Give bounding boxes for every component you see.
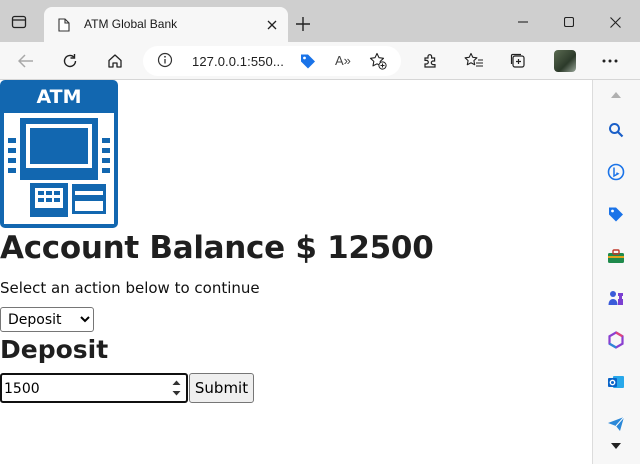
home-icon[interactable] (103, 49, 127, 73)
page-content: ATM Account Balance $ 12500 Select an ac… (0, 80, 592, 464)
address-bar[interactable]: 127.0.0.1:550... A» (143, 46, 401, 76)
extensions-icon[interactable] (418, 49, 442, 73)
profile-avatar[interactable] (554, 50, 576, 72)
amount-input-wrapper[interactable] (0, 373, 188, 403)
browser-toolbar: 127.0.0.1:550... A» (0, 42, 640, 80)
add-favorite-icon[interactable] (369, 52, 387, 70)
back-icon[interactable] (14, 49, 38, 73)
account-balance-heading: Account Balance $ 12500 (0, 230, 434, 266)
browser-tab-bar: ATM Global Bank (0, 0, 640, 42)
microsoft-365-icon[interactable] (605, 329, 627, 351)
shopping-icon[interactable] (605, 203, 627, 225)
tab-title: ATM Global Bank (84, 17, 178, 31)
search-icon[interactable] (605, 119, 627, 141)
read-aloud-icon[interactable]: A» (335, 53, 351, 68)
shopping-tag-icon[interactable] (299, 52, 317, 70)
close-tab-icon[interactable] (262, 15, 282, 35)
refresh-icon[interactable] (58, 49, 82, 73)
new-tab-icon[interactable] (291, 12, 315, 36)
section-title: Deposit (0, 335, 109, 364)
site-info-icon[interactable] (157, 52, 173, 68)
bing-chat-icon[interactable] (605, 161, 627, 183)
minimize-icon[interactable] (508, 10, 538, 34)
scroll-down-icon[interactable] (605, 435, 627, 457)
amount-input[interactable] (4, 380, 164, 398)
atm-logo-icon: ATM (0, 80, 118, 228)
browser-sidebar (592, 80, 640, 464)
atm-logo-text: ATM (36, 86, 81, 108)
url-text[interactable]: 127.0.0.1:550... (192, 54, 284, 69)
number-stepper-icon[interactable] (171, 378, 182, 398)
collections-icon[interactable] (506, 49, 530, 73)
favorites-icon[interactable] (462, 49, 486, 73)
close-window-icon[interactable] (600, 10, 630, 34)
maximize-icon[interactable] (554, 10, 584, 34)
tab-actions-icon[interactable] (8, 11, 30, 33)
games-icon[interactable] (605, 287, 627, 309)
scroll-up-icon[interactable] (605, 84, 627, 106)
instruction-text: Select an action below to continue (0, 279, 260, 297)
page-favicon-icon (58, 18, 70, 32)
outlook-icon[interactable] (605, 371, 627, 393)
action-select[interactable]: Deposit (0, 307, 94, 332)
browser-tab[interactable]: ATM Global Bank (44, 7, 288, 42)
submit-button[interactable]: Submit (189, 373, 254, 403)
more-menu-icon[interactable] (598, 49, 622, 73)
send-icon[interactable] (605, 413, 627, 435)
tools-icon[interactable] (605, 245, 627, 267)
